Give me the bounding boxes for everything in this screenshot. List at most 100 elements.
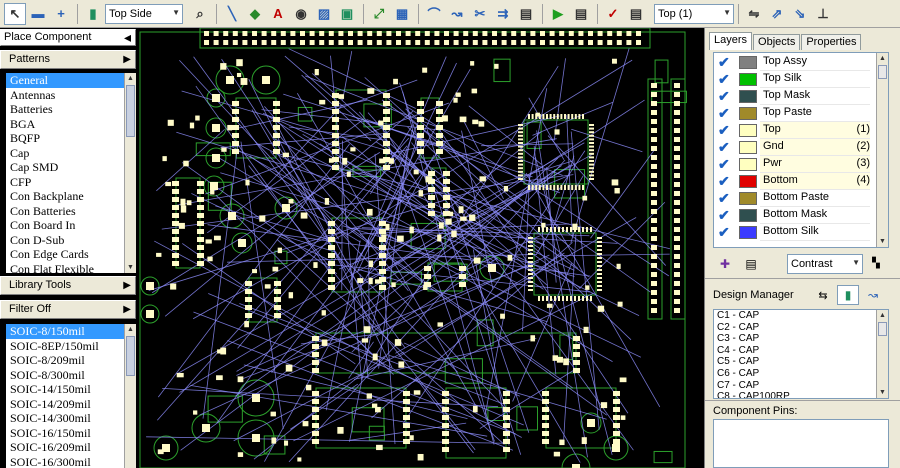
- scroll-thumb[interactable]: [126, 85, 135, 137]
- route-trace-icon[interactable]: ╲: [221, 3, 243, 25]
- list-item[interactable]: General: [6, 73, 124, 88]
- footprint-scrollbar[interactable]: ▲: [124, 324, 136, 468]
- list-item[interactable]: Con Batteries: [6, 204, 124, 219]
- crosshair-icon[interactable]: +: [50, 3, 72, 25]
- add-layer-icon[interactable]: ✚: [717, 256, 733, 272]
- check-icon[interactable]: ✔: [718, 224, 730, 241]
- layer-row[interactable]: ✔ Bottom (4): [714, 173, 874, 190]
- polygon-icon[interactable]: ▨: [313, 3, 335, 25]
- list-item[interactable]: C7 - CAP: [714, 380, 888, 392]
- layer-select[interactable]: Top (1) ▼: [654, 3, 734, 24]
- check-icon[interactable]: ✔: [718, 156, 730, 173]
- list-item[interactable]: BQFP: [6, 131, 124, 146]
- pattern-scrollbar[interactable]: ▲ ▼: [124, 73, 136, 273]
- check-icon[interactable]: ✔: [718, 122, 730, 139]
- layer-color-swatch[interactable]: [739, 107, 757, 120]
- layer-color-swatch[interactable]: [739, 158, 757, 171]
- list-item[interactable]: SOIC-14/300mil: [6, 411, 124, 426]
- layer-flat-icon[interactable]: ⊥: [812, 3, 834, 25]
- layer-color-swatch[interactable]: [739, 90, 757, 103]
- tab-layers[interactable]: Layers: [709, 32, 753, 50]
- scroll-thumb[interactable]: [878, 65, 887, 79]
- tab-properties[interactable]: Properties: [801, 34, 862, 50]
- check-icon[interactable]: ✔: [718, 139, 730, 156]
- run-icon[interactable]: ▶: [547, 3, 569, 25]
- layer-up-icon[interactable]: ⇗: [766, 3, 788, 25]
- copper-pour-icon[interactable]: ▣: [336, 3, 358, 25]
- scroll-thumb[interactable]: [126, 336, 135, 376]
- list-item[interactable]: SOIC-16/300mil: [6, 455, 124, 468]
- pad-icon[interactable]: ◉: [290, 3, 312, 25]
- list-item[interactable]: Batteries: [6, 102, 124, 117]
- list-item[interactable]: SOIC-8/150mil: [6, 324, 124, 339]
- wire-icon[interactable]: ⌒: [423, 3, 445, 25]
- layer-setup-icon[interactable]: ▤: [743, 256, 759, 272]
- check-icon[interactable]: ✔: [718, 54, 730, 71]
- scroll-up-icon[interactable]: ▲: [125, 73, 136, 84]
- layer-row[interactable]: ✔ Top (1): [714, 122, 874, 139]
- layer-color-swatch[interactable]: [739, 73, 757, 86]
- layer-row[interactable]: ✔ Top Assy: [714, 54, 874, 71]
- list-item[interactable]: Con D-Sub: [6, 233, 124, 248]
- report-icon[interactable]: ▤: [570, 3, 592, 25]
- check-icon[interactable]: ✔: [718, 190, 730, 207]
- scroll-down-icon[interactable]: ▼: [877, 236, 888, 247]
- component-icon[interactable]: ▬: [27, 3, 49, 25]
- filter-header[interactable]: Filter Off ▶: [0, 300, 136, 319]
- list-item[interactable]: Con Backplane: [6, 189, 124, 204]
- scroll-down-icon[interactable]: ▼: [877, 387, 888, 398]
- list-item[interactable]: C4 - CAP: [714, 345, 888, 357]
- dm-tree-icon[interactable]: ⇆: [815, 287, 831, 303]
- list-item[interactable]: SOIC-14/209mil: [6, 397, 124, 412]
- flip-icon[interactable]: ▮: [82, 3, 104, 25]
- text-icon[interactable]: A: [267, 3, 289, 25]
- layer-down-icon[interactable]: ⇘: [789, 3, 811, 25]
- layer-row[interactable]: ✔ Top Silk: [714, 71, 874, 88]
- autoroute-icon[interactable]: ↝: [446, 3, 468, 25]
- check-icon[interactable]: ✔: [718, 207, 730, 224]
- collapse-icon[interactable]: ◂: [124, 30, 131, 45]
- layer-color-swatch[interactable]: [739, 192, 757, 205]
- layer-row[interactable]: ✔ Top Paste: [714, 105, 874, 122]
- list-item[interactable]: Con Flat Flexible: [6, 262, 124, 274]
- layer-color-swatch[interactable]: [739, 141, 757, 154]
- tab-objects[interactable]: Objects: [753, 34, 801, 50]
- layer-color-swatch[interactable]: [739, 209, 757, 222]
- list-item[interactable]: SOIC-8EP/150mil: [6, 339, 124, 354]
- layer-row[interactable]: ✔ Pwr (3): [714, 156, 874, 173]
- fanout-icon[interactable]: ⇉: [492, 3, 514, 25]
- contrast-select[interactable]: Contrast ▼: [787, 254, 863, 274]
- layer-row[interactable]: ✔ Bottom Silk: [714, 224, 874, 241]
- layer-row[interactable]: ✔ Gnd (2): [714, 139, 874, 156]
- scroll-thumb[interactable]: [878, 322, 887, 336]
- list-item[interactable]: Con Edge Cards: [6, 247, 124, 262]
- list-item[interactable]: SOIC-8/209mil: [6, 353, 124, 368]
- list-item[interactable]: C2 - CAP: [714, 322, 888, 334]
- layer-color-swatch[interactable]: [739, 175, 757, 188]
- list-item[interactable]: C5 - CAP: [714, 356, 888, 368]
- list-item[interactable]: CFP: [6, 175, 124, 190]
- list-item[interactable]: C6 - CAP: [714, 368, 888, 380]
- list-item[interactable]: BGA: [6, 117, 124, 132]
- list-item[interactable]: SOIC-16/209mil: [6, 440, 124, 455]
- check-icon[interactable]: ✔: [718, 105, 730, 122]
- layer-scrollbar[interactable]: ▲ ▼: [876, 53, 888, 247]
- list-item[interactable]: Cap: [6, 146, 124, 161]
- patterns-header[interactable]: Patterns ▶: [0, 50, 136, 69]
- layer-row[interactable]: ✔ Bottom Paste: [714, 190, 874, 207]
- dm-scrollbar[interactable]: ▲ ▼: [876, 310, 888, 398]
- layer-row[interactable]: ✔ Top Mask: [714, 88, 874, 105]
- binoculars-icon[interactable]: ⌕: [189, 3, 211, 25]
- list-item[interactable]: C3 - CAP: [714, 333, 888, 345]
- grid-icon[interactable]: ▦: [391, 3, 413, 25]
- list-item[interactable]: C8 - CAP100RP: [714, 391, 888, 398]
- layer-row[interactable]: ✔ Bottom Mask: [714, 207, 874, 224]
- layer-color-swatch[interactable]: [739, 56, 757, 69]
- drc-icon[interactable]: ✓: [602, 3, 624, 25]
- export-icon[interactable]: ▤: [625, 3, 647, 25]
- check-icon[interactable]: ✔: [718, 88, 730, 105]
- pcb-drawing[interactable]: [136, 28, 704, 468]
- list-item[interactable]: Con Board In: [6, 218, 124, 233]
- swap-layer-icon[interactable]: ⇋: [743, 3, 765, 25]
- list-item[interactable]: Antennas: [6, 88, 124, 103]
